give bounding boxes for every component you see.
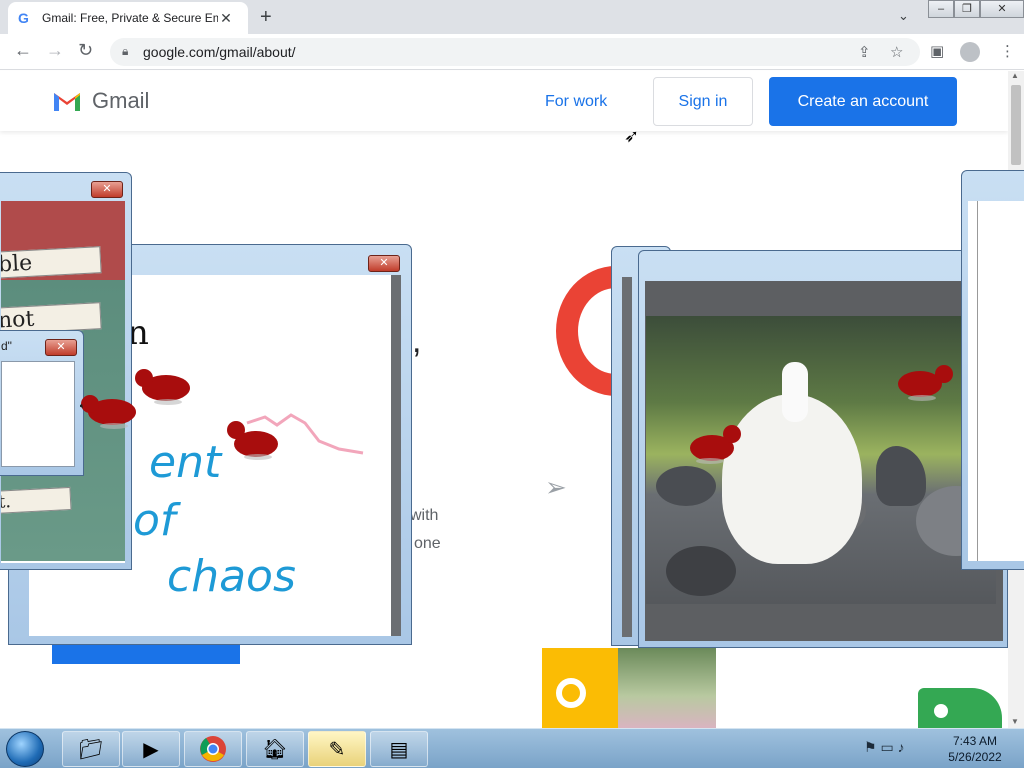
popup-title: d" xyxy=(1,339,12,353)
close-window-button[interactable]: ✕ xyxy=(980,0,1024,18)
windows-taskbar: 📁︎ ▶ 🏠︎ ✎ ▤ ⚑ ▭ ♪ 7:43 AM 5/26/2022 xyxy=(0,728,1024,768)
for-work-link[interactable]: For work xyxy=(545,93,607,111)
share-icon[interactable]: ⇪ xyxy=(858,43,871,61)
address-bar[interactable]: 🔒︎ google.com/gmail/about/ ⇪ ☆ xyxy=(110,38,920,66)
feature-photo xyxy=(618,648,716,728)
red-bird-icon[interactable] xyxy=(132,366,190,406)
reload-icon[interactable]: ↻ xyxy=(78,40,93,61)
clock-date: 5/26/2022 xyxy=(948,750,1002,764)
tab-title: Gmail: Free, Private & Secure Em xyxy=(42,11,218,25)
clock-time: 7:43 AM xyxy=(952,734,998,748)
taskbar-media-player-icon[interactable]: ▶ xyxy=(122,731,180,767)
restore-button[interactable]: ❐ xyxy=(954,0,980,18)
browser-tab-strip: G Gmail: Free, Private & Secure Em ✕ + ⌄… xyxy=(0,0,1024,34)
minimize-button[interactable]: – xyxy=(928,0,954,18)
send-icon: ➢ xyxy=(545,472,567,502)
gmail-header: Gmail For work Sign in Create an account xyxy=(0,71,1008,131)
new-tab-button[interactable]: + xyxy=(260,6,272,29)
body-text-fragment-one: one xyxy=(414,535,441,552)
forward-icon[interactable]: → xyxy=(46,40,64,61)
start-button[interactable] xyxy=(6,731,44,767)
cursor-icon: ➶ xyxy=(624,126,640,146)
hero-text-fragment: , xyxy=(412,322,422,360)
back-icon[interactable]: ← xyxy=(14,40,32,61)
menu-icon[interactable]: ⋮ xyxy=(1000,42,1015,60)
browser-toolbar: ← → ↻ 🔒︎ google.com/gmail/about/ ⇪ ☆ ▣ ⋮ xyxy=(0,34,1024,70)
taskbar-notepad-icon[interactable]: ✎ xyxy=(308,731,366,767)
gmail-logo-icon[interactable] xyxy=(52,89,82,111)
body-text-fragment-with: with xyxy=(410,507,439,524)
screen: G Gmail: Free, Private & Secure Em ✕ + ⌄… xyxy=(0,0,1024,768)
page-cta-button-fragment[interactable] xyxy=(52,644,240,664)
create-account-button[interactable]: Create an account xyxy=(769,77,957,126)
taskbar-chrome-icon[interactable] xyxy=(184,731,242,767)
taskbar-clock[interactable]: 7:43 AM 5/26/2022 xyxy=(940,733,1010,765)
tab-search-icon[interactable]: ⌄ xyxy=(898,8,909,24)
popup-body xyxy=(1,361,75,467)
meet-feature-graphic xyxy=(918,688,1002,728)
popup-close-button[interactable]: ✕ xyxy=(45,339,77,356)
search-feature-tile xyxy=(542,648,622,728)
scroll-thumb[interactable] xyxy=(1011,85,1021,165)
taskbar-app-icon[interactable]: 🏠︎ xyxy=(246,731,304,767)
browser-tab-gmail[interactable]: G Gmail: Free, Private & Secure Em ✕ xyxy=(8,2,248,34)
popup-window-small[interactable]: d" ✕ xyxy=(0,330,84,476)
magnifier-icon xyxy=(556,678,586,708)
window-controls: – ❐ ✕ xyxy=(928,0,1024,18)
url-text: google.com/gmail/about/ xyxy=(143,44,296,60)
gmail-brand[interactable]: Gmail xyxy=(92,88,149,114)
scroll-up-icon[interactable]: ▲ xyxy=(1011,71,1019,80)
tab-close-icon[interactable]: ✕ xyxy=(218,10,234,27)
star-icon[interactable]: ☆ xyxy=(890,43,903,61)
taskbar-explorer-icon[interactable]: 📁︎ xyxy=(62,731,120,767)
paper-strip-t: t. xyxy=(1,486,72,515)
taskbar-document-icon[interactable]: ▤ xyxy=(370,731,428,767)
red-bird-icon[interactable] xyxy=(686,424,744,464)
red-bird-icon[interactable] xyxy=(80,390,138,430)
tray-icons[interactable]: ⚑ ▭ ♪ xyxy=(864,739,905,756)
sign-in-button[interactable]: Sign in xyxy=(653,77,753,126)
profile-icon[interactable] xyxy=(960,42,980,62)
popup-window-far-right[interactable] xyxy=(961,170,1024,570)
sidepanel-icon[interactable]: ▣ xyxy=(930,42,944,60)
red-bird-icon[interactable] xyxy=(896,362,954,402)
scroll-down-icon[interactable]: ▼ xyxy=(1011,717,1019,726)
lock-icon[interactable]: 🔒︎ xyxy=(122,44,128,59)
google-favicon-icon: G xyxy=(18,10,29,26)
popup-close-button[interactable]: ✕ xyxy=(91,181,123,198)
red-bird-icon[interactable] xyxy=(222,420,280,460)
